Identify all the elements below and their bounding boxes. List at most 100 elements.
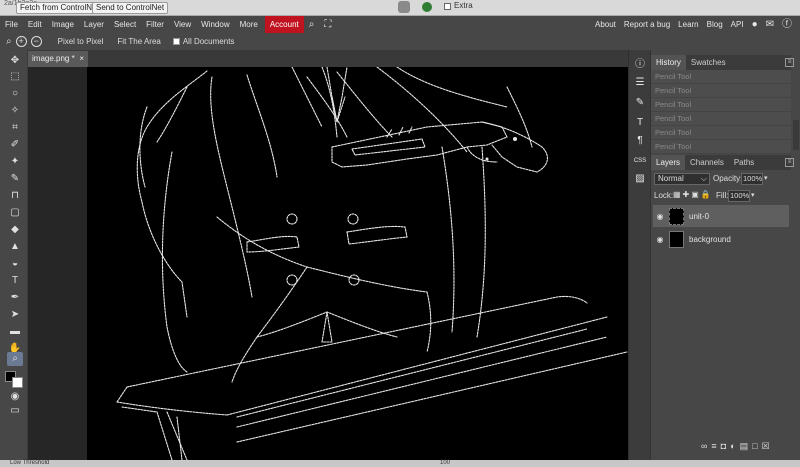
menu-image[interactable]: Image [47,16,79,33]
blur-tool-icon[interactable]: ▲ [7,240,23,254]
history-item[interactable]: Pencil Tool [651,126,791,140]
menu-edit[interactable]: Edit [23,16,47,33]
background-color-swatch[interactable] [12,377,23,388]
eye-icon[interactable]: ◉ [653,212,667,221]
lock-icons[interactable]: ▦✚▣🔒 [673,190,713,199]
screen-mode-icon[interactable]: ▭ [7,404,23,418]
chevron-down-icon: ⌵ [700,174,707,183]
history-item[interactable]: Pencil Tool [651,98,791,112]
history-item[interactable]: Pencil Tool [651,70,791,84]
tab-layers[interactable]: Layers [651,155,686,170]
layer-thumbnail [669,230,684,248]
tab-paths[interactable]: Paths [729,155,759,170]
move-tool-icon[interactable]: ✥ [7,54,23,68]
blend-mode-select[interactable]: Normal ⌵ [654,173,710,185]
css-icon[interactable]: CSS [632,154,648,168]
brush-settings-icon[interactable]: ✎ [632,96,648,110]
fullscreen-icon[interactable]: ⛶ [319,16,336,33]
search-icon[interactable]: ⌕ [304,16,320,33]
path-select-icon[interactable]: ➤ [7,308,23,322]
new-layer-icon[interactable]: □ [752,441,757,452]
menu-select[interactable]: Select [109,16,141,33]
link-layers-icon[interactable]: ∞ [701,441,707,452]
low-threshold-value[interactable]: 100 [440,460,450,467]
lasso-tool-icon[interactable]: ○ [7,87,23,101]
paragraph-icon[interactable]: ¶ [632,134,648,148]
magic-wand-icon[interactable]: ✧ [7,104,23,118]
layer-name: background [689,234,731,244]
opacity-dropdown-icon[interactable]: ▾ [764,174,768,182]
info-icon[interactable]: ⓘ [632,58,648,72]
extension-icon[interactable] [398,1,410,13]
layer-row-unit-0[interactable]: ◉ unit-0 [653,205,789,227]
history-panel-menu-icon[interactable]: ≡ [785,58,794,67]
link-about[interactable]: About [591,16,620,33]
quick-mask-icon[interactable]: ◉ [7,390,23,404]
link-learn[interactable]: Learn [674,16,702,33]
canvas-workspace[interactable] [28,67,628,460]
crop-tool-icon[interactable]: ⌗ [7,121,23,135]
layer-style-icon[interactable]: ≡ [711,441,716,452]
fetch-controlnet-button[interactable]: Fetch from ControlNet [16,2,103,14]
tab-channels[interactable]: Channels [685,155,729,170]
adjustment-layer-icon[interactable]: ◐ [730,441,735,452]
menu-window[interactable]: Window [196,16,234,33]
add-mask-icon[interactable]: ◘ [721,441,726,452]
account-button[interactable]: Account [264,16,304,33]
link-blog[interactable]: Blog [703,16,727,33]
layer-name: unit-0 [689,211,710,221]
history-item[interactable]: Pencil Tool [651,140,791,154]
delete-layer-icon[interactable]: ☒ [762,441,770,452]
document-tab[interactable]: image.png * × [28,51,88,67]
extra-checkbox[interactable] [444,3,451,10]
all-documents-checkbox[interactable] [172,38,180,45]
history-item[interactable]: Pencil Tool [651,112,791,126]
pixel-to-pixel-button[interactable]: Pixel to Pixel [58,37,104,46]
right-panels: History Swatches ≡ Pencil Tool Pencil To… [650,50,800,460]
twitter-icon[interactable]: ✉ [762,16,778,33]
marquee-tool-icon[interactable]: ⬚ [7,70,23,84]
character-icon[interactable]: T [632,116,648,130]
facebook-icon[interactable]: ⓕ [778,16,796,33]
link-api[interactable]: API [727,16,748,33]
send-controlnet-button[interactable]: Send to ControlNet [92,2,169,14]
zoom-in-icon[interactable]: + [15,36,27,47]
pen-tool-icon[interactable]: ✒ [7,291,23,305]
fill-input[interactable]: 100% [728,190,750,202]
clone-stamp-icon[interactable]: ⊓ [7,189,23,203]
dodge-tool-icon[interactable]: ◒ [7,257,23,271]
properties-icon[interactable]: ☰ [632,76,648,90]
zoom-icon[interactable]: ⌕ [6,36,12,47]
fill-dropdown-icon[interactable]: ▾ [751,191,755,199]
menu-filter[interactable]: Filter [141,16,169,33]
layers-panel-tabs: Layers Channels Paths [651,155,791,170]
close-tab-icon[interactable]: × [79,51,84,67]
reddit-icon[interactable]: ● [748,16,762,33]
tab-swatches[interactable]: Swatches [686,55,731,70]
image-icon[interactable]: ▨ [632,172,648,186]
layers-panel-menu-icon[interactable]: ≡ [785,158,794,167]
paint-bucket-icon[interactable]: ◆ [7,223,23,237]
history-scrollbar[interactable] [793,120,799,150]
menu-layer[interactable]: Layer [79,16,109,33]
layer-row-background[interactable]: ◉ background [653,228,789,250]
fit-area-button[interactable]: Fit The Area [117,37,160,46]
opacity-input[interactable]: 100% [741,173,763,185]
eye-icon[interactable]: ◉ [653,235,667,244]
brush-tool-icon[interactable]: ✎ [7,172,23,186]
new-group-icon[interactable]: ▤ [740,441,749,452]
shape-tool-icon[interactable]: ▬ [7,325,23,339]
link-report-bug[interactable]: Report a bug [620,16,674,33]
menu-file[interactable]: File [0,16,23,33]
eraser-icon[interactable]: ▢ [7,206,23,220]
menu-view[interactable]: View [169,16,196,33]
menu-more[interactable]: More [235,16,263,33]
zoom-out-icon[interactable]: − [30,36,42,47]
zoom-tool-icon[interactable]: ⌕ [7,352,23,366]
tab-history[interactable]: History [651,55,686,70]
text-tool-icon[interactable]: T [7,274,23,288]
image-canvas[interactable] [87,67,628,460]
healing-brush-icon[interactable]: ✦ [7,155,23,169]
eyedropper-icon[interactable]: ✐ [7,138,23,152]
history-item[interactable]: Pencil Tool [651,84,791,98]
